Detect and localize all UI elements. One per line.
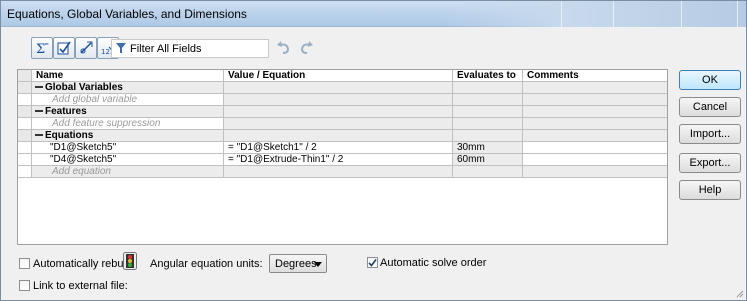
table-header: Name Value / Equation Evaluates to Comme…	[18, 70, 667, 82]
rebuild-traffic-light-icon[interactable]	[123, 252, 137, 270]
placeholder-text[interactable]: Add feature suppression	[32, 118, 224, 130]
auto-rebuild-checkbox[interactable]	[19, 258, 30, 269]
link-external-checkbox[interactable]	[19, 280, 30, 291]
chevron-down-icon	[314, 262, 322, 267]
equation-result: 30mm	[453, 142, 523, 154]
import-button[interactable]: Import...	[679, 124, 741, 144]
placeholder-text[interactable]: Add equation	[32, 166, 224, 178]
resize-grip-icon[interactable]	[734, 288, 744, 298]
toolbar: Σ = 123 Filter All Fields	[31, 37, 271, 59]
equation-comment[interactable]	[523, 154, 667, 166]
table-row[interactable]: "D4@Sketch5" = "D1@Extrude-Thin1" / 2 60…	[18, 154, 667, 166]
add-feature-suppression-row[interactable]: Add feature suppression	[18, 118, 667, 130]
redo-icon[interactable]	[297, 39, 315, 57]
collapse-icon[interactable]	[35, 131, 43, 139]
checkmark-icon	[368, 259, 377, 267]
equation-comment[interactable]	[523, 142, 667, 154]
ok-button[interactable]: OK	[679, 70, 741, 90]
section-label: Equations	[45, 130, 94, 141]
equation-name[interactable]: "D4@Sketch5"	[32, 154, 224, 166]
section-global-variables[interactable]: Global Variables	[18, 82, 667, 94]
header-name[interactable]: Name	[32, 70, 224, 82]
header-comments[interactable]: Comments	[523, 70, 667, 82]
header-value[interactable]: Value / Equation	[224, 70, 453, 82]
collapse-icon[interactable]	[35, 107, 43, 115]
equation-name[interactable]: "D1@Sketch5"	[32, 142, 224, 154]
dimension-icon[interactable]	[75, 37, 97, 59]
check-edit-icon[interactable]	[53, 37, 75, 59]
equations-table: Name Value / Equation Evaluates to Comme…	[17, 69, 668, 245]
section-equations[interactable]: Equations	[18, 130, 667, 142]
sum-icon[interactable]: Σ =	[31, 37, 53, 59]
add-global-variable-row[interactable]: Add global variable	[18, 94, 667, 106]
section-features[interactable]: Features	[18, 106, 667, 118]
angular-units-value: Degrees	[275, 258, 317, 270]
equation-result: 60mm	[453, 154, 523, 166]
collapse-icon[interactable]	[35, 83, 43, 91]
auto-solve-label: Automatic solve order	[380, 257, 487, 269]
equation-value[interactable]: = "D1@Extrude-Thin1" / 2	[224, 154, 453, 166]
svg-text:=: =	[44, 41, 49, 48]
link-external-label: Link to external file:	[33, 280, 128, 292]
header-evaluates[interactable]: Evaluates to	[453, 70, 523, 82]
section-label: Features	[45, 106, 87, 117]
help-button[interactable]: Help	[679, 180, 741, 200]
filter-label: Filter All Fields	[130, 43, 202, 55]
cancel-button[interactable]: Cancel	[679, 97, 741, 117]
placeholder-text[interactable]: Add global variable	[32, 94, 224, 106]
angular-units-select[interactable]: Degrees	[269, 254, 327, 273]
filter-field[interactable]: Filter All Fields	[111, 39, 269, 58]
equation-value[interactable]: = "D1@Sketch1" / 2	[224, 142, 453, 154]
title-bar: Equations, Global Variables, and Dimensi…	[1, 1, 746, 27]
undo-icon[interactable]	[275, 39, 293, 57]
auto-rebuild-label: Automatically rebuild	[33, 258, 135, 270]
add-equation-row[interactable]: Add equation	[18, 166, 667, 178]
table-row[interactable]: "D1@Sketch5" = "D1@Sketch1" / 2 30mm	[18, 142, 667, 154]
window-title: Equations, Global Variables, and Dimensi…	[7, 7, 247, 21]
angular-units-label: Angular equation units:	[150, 258, 263, 270]
export-button[interactable]: Export...	[679, 153, 741, 173]
section-label: Global Variables	[45, 82, 123, 93]
equations-dialog: Equations, Global Variables, and Dimensi…	[0, 0, 747, 301]
auto-solve-checkbox[interactable]	[367, 257, 378, 268]
filter-icon	[116, 43, 126, 53]
